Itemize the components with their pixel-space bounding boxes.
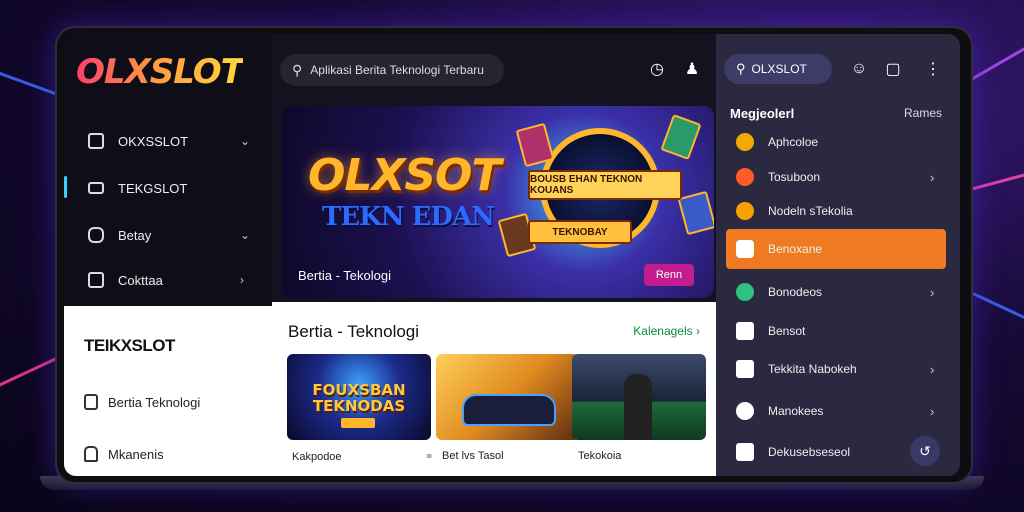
sidebar-item-label: Cokttaa <box>118 272 163 288</box>
chevron-right-icon: › <box>930 403 935 419</box>
search-input[interactable]: ⚲ Aplikasi Berita Teknologi Terbaru <box>280 54 504 86</box>
list-item-mkanenis[interactable]: Mkanenis <box>84 446 164 462</box>
list-item-nodeln[interactable]: Nodeln sTekolia <box>716 193 960 229</box>
shirt-icon <box>84 446 98 462</box>
thumbnail-button-graphic <box>341 418 375 428</box>
car-graphic <box>462 394 556 426</box>
thumbnail-caption[interactable]: Tekokoia <box>578 450 621 462</box>
gamepad-icon <box>88 227 104 243</box>
chevron-right-icon: › <box>696 324 700 338</box>
list-item-label: Manokees <box>768 404 824 418</box>
right-panel: ⚲ OLXSLOT ☺ ▢ ⋮ Megjeolerl Rames Aphcolo… <box>716 34 960 476</box>
sidebar-item-cokttaa[interactable]: Cokttaa › <box>64 260 272 300</box>
thumbnail-caption[interactable]: Kakpodoe ⚭ <box>292 450 434 463</box>
list-item-manokees[interactable]: Manokees › <box>716 393 960 429</box>
banner-title: OLXSOT <box>308 150 501 201</box>
section-title: Bertia - Teknologi <box>288 322 420 341</box>
list-item-label: Bonodeos <box>768 285 823 299</box>
list-item-aphcoloe[interactable]: Aphcoloe <box>716 124 960 160</box>
hero-banner[interactable]: BOUSB EHAN TEKNON KOUANS TEKNOBAY OLXSOT… <box>282 106 714 298</box>
news-thumbnail[interactable] <box>436 354 580 440</box>
banner-caption: Bertia - Tekologi <box>298 268 391 283</box>
see-more-link[interactable]: Kalenagels › <box>633 324 700 338</box>
category-icon <box>736 168 754 186</box>
panel-heading-right[interactable]: Rames <box>904 106 942 120</box>
list-item-label: Tosuboon <box>768 170 821 184</box>
app-screen: OLXSLOT OKXSSLOT ⌄ TEKGSLOT Betay ⌄ Cokt… <box>64 34 960 476</box>
banner-button[interactable]: Renn <box>644 264 694 286</box>
more-icon[interactable]: ⋮ <box>922 58 944 80</box>
list-item-tekkita[interactable]: Tekkita Nabokeh › <box>716 351 960 387</box>
chat-button[interactable]: ↺ <box>910 436 940 466</box>
list-item-label: Aphcoloe <box>768 135 819 149</box>
list-item-bensot[interactable]: Bensot <box>716 313 960 349</box>
chevron-down-icon: ⌄ <box>240 134 251 148</box>
search-value: OLXSLOT <box>751 62 807 76</box>
panel-heading: Megjeolerl <box>730 106 795 121</box>
list-item-tosuboon[interactable]: Tosuboon › <box>716 159 960 195</box>
section-title: TEIKXSLOT <box>84 336 175 355</box>
sidebar-item-betay[interactable]: Betay ⌄ <box>64 215 272 255</box>
news-thumbnail[interactable] <box>572 354 706 440</box>
chevron-down-icon: ⌄ <box>240 228 251 242</box>
category-icon <box>736 240 754 258</box>
monitor-icon <box>88 182 104 194</box>
category-icon <box>736 283 754 301</box>
notification-icon[interactable]: ▢ <box>882 58 904 80</box>
category-icon <box>736 402 754 420</box>
news-section: Bertia - Teknologi Kalenagels › FOUXSBAN… <box>272 302 716 476</box>
list-item-label: Dekusebseseol <box>768 445 851 459</box>
sidebar-item-okxsslot[interactable]: OKXSSLOT ⌄ <box>64 121 272 161</box>
category-icon <box>736 202 754 220</box>
user-icon[interactable]: ♟ <box>681 58 703 80</box>
list-item-label: Benoxane <box>768 242 823 256</box>
chevron-right-icon: › <box>930 284 935 300</box>
sidebar-item-label: OKXSSLOT <box>118 133 189 149</box>
right-search-input[interactable]: ⚲ OLXSLOT <box>724 54 832 84</box>
sidebar-item-label: TEKGSLOT <box>118 180 188 196</box>
bag-icon <box>88 272 104 288</box>
chevron-right-icon: › <box>930 361 935 377</box>
sidebar-item-label: Betay <box>118 227 152 243</box>
wheel-sub-label: TEKNOBAY <box>528 220 632 244</box>
category-icon <box>736 360 754 378</box>
news-thumbnail[interactable]: FOUXSBAN TEKNODAS <box>287 354 431 440</box>
list-item-benoxane[interactable]: Benoxane <box>716 231 960 267</box>
thumbnail-text: FOUXSBAN TEKNODAS <box>312 381 406 415</box>
list-item-label: Tekkita Nabokeh <box>768 362 857 376</box>
category-icon <box>736 443 754 461</box>
search-icon: ⚲ <box>292 61 303 78</box>
thumbnail-caption-label: Kakpodoe <box>292 451 342 463</box>
chevron-right-icon: › <box>240 273 244 287</box>
category-icon <box>736 133 754 151</box>
sidebar: OLXSLOT OKXSSLOT ⌄ TEKGSLOT Betay ⌄ Cokt… <box>64 34 272 306</box>
see-more-label: Kalenagels <box>633 324 693 338</box>
banner-subtitle: TEKN EDAN <box>322 202 495 232</box>
list-item-label: Nodeln sTekolia <box>768 204 853 218</box>
clock-icon[interactable]: ◷ <box>646 58 668 80</box>
lower-left-panel: TEIKXSLOT Bertia Teknologi Mkanenis <box>64 306 272 476</box>
sidebar-item-tekgslot[interactable]: TEKGSLOT <box>64 168 272 208</box>
chevron-right-icon: › <box>930 169 935 185</box>
emoji-icon[interactable]: ☺ <box>848 58 870 80</box>
thumbnail-caption[interactable]: Bet lvs Tasol <box>442 450 504 462</box>
phone-icon <box>84 394 98 410</box>
card-graphic <box>515 122 555 168</box>
list-item-label: Bensot <box>768 324 806 338</box>
search-placeholder: Aplikasi Berita Teknologi Terbaru <box>310 63 484 77</box>
list-item-label: Bertia Teknologi <box>108 394 201 410</box>
door-icon <box>88 133 104 149</box>
list-item-label: Mkanenis <box>108 446 164 462</box>
list-item-bertia[interactable]: Bertia Teknologi <box>84 394 200 410</box>
card-graphic <box>677 190 714 236</box>
card-graphic <box>660 114 702 160</box>
search-icon: ⚲ <box>736 61 746 76</box>
category-icon <box>736 322 754 340</box>
wheel-label: BOUSB EHAN TEKNON KOUANS <box>528 170 682 200</box>
person-graphic <box>624 374 652 440</box>
loading-icon: ⚭ <box>424 451 434 463</box>
list-item-bonodeos[interactable]: Bonodeos › <box>716 274 960 310</box>
brand-logo[interactable]: OLXSLOT <box>76 52 244 92</box>
